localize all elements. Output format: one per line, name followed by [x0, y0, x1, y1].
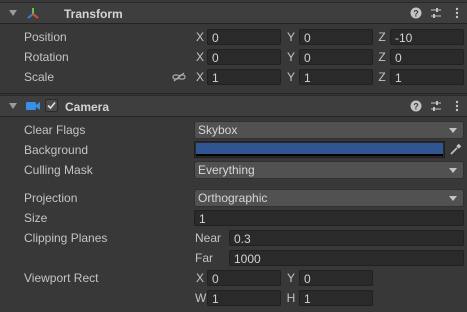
- clear-flags-dropdown[interactable]: Skybox: [194, 121, 464, 139]
- axis-y-label[interactable]: Y: [286, 28, 296, 46]
- viewport-y-field[interactable]: 0: [299, 270, 373, 286]
- camera-title: Camera: [65, 100, 110, 114]
- position-y-field[interactable]: 0: [299, 29, 373, 45]
- axis-x-label[interactable]: X: [195, 28, 205, 46]
- viewport-w-field[interactable]: 1: [207, 290, 281, 306]
- presets-icon[interactable]: [430, 7, 442, 19]
- chevron-down-icon: [449, 128, 457, 133]
- axis-x-label[interactable]: X: [195, 68, 205, 86]
- axis-h-label[interactable]: H: [286, 289, 296, 307]
- position-label: Position: [24, 30, 67, 44]
- eyedropper-icon[interactable]: [449, 143, 462, 156]
- svg-text:?: ?: [413, 9, 419, 19]
- clear-flags-label: Clear Flags: [24, 123, 86, 137]
- scale-label: Scale: [24, 70, 55, 84]
- rotation-label: Rotation: [24, 50, 69, 64]
- transform-title: Transform: [64, 7, 123, 21]
- scale-y-field[interactable]: 1: [299, 69, 373, 85]
- background-label: Background: [24, 143, 89, 157]
- clipping-planes-label: Clipping Planes: [24, 231, 108, 245]
- viewport-h-field[interactable]: 1: [299, 290, 373, 306]
- far-field[interactable]: 1000: [229, 250, 464, 266]
- checkmark-icon: [47, 101, 56, 110]
- constrain-proportions-link-icon[interactable]: [172, 71, 186, 83]
- size-label: Size: [24, 211, 48, 225]
- axis-x-label[interactable]: X: [195, 269, 205, 287]
- culling-mask-label: Culling Mask: [24, 163, 93, 177]
- projection-dropdown[interactable]: Orthographic: [194, 189, 464, 207]
- scale-z-field[interactable]: 1: [390, 69, 464, 85]
- help-icon[interactable]: ?: [410, 100, 422, 112]
- transform-header[interactable]: Transform ?: [0, 2, 467, 24]
- projection-label: Projection: [24, 191, 78, 205]
- enabled-checkbox[interactable]: [45, 99, 58, 112]
- axis-w-label[interactable]: W: [195, 289, 206, 307]
- component-divider: [0, 93, 467, 94]
- axis-y-label[interactable]: Y: [286, 48, 296, 66]
- culling-mask-dropdown[interactable]: Everything: [194, 161, 464, 179]
- axis-z-label[interactable]: Z: [377, 68, 387, 86]
- axis-y-label[interactable]: Y: [286, 269, 296, 287]
- axis-z-label[interactable]: Z: [377, 48, 387, 66]
- viewport-x-field[interactable]: 0: [207, 270, 281, 286]
- help-icon[interactable]: ?: [410, 7, 422, 19]
- rotation-x-field[interactable]: 0: [207, 49, 281, 65]
- far-label[interactable]: Far: [195, 249, 213, 267]
- clear-flags-value: Skybox: [198, 123, 238, 137]
- size-field[interactable]: 1: [194, 210, 464, 226]
- projection-value: Orthographic: [198, 191, 268, 205]
- presets-icon[interactable]: [430, 100, 442, 112]
- culling-mask-value: Everything: [198, 163, 255, 177]
- transform-icon: [27, 8, 39, 19]
- position-x-field[interactable]: 0: [207, 29, 281, 45]
- axis-y-label[interactable]: Y: [286, 68, 296, 86]
- near-field[interactable]: 0.3: [229, 230, 464, 246]
- background-color-field[interactable]: [194, 141, 445, 158]
- axis-z-label[interactable]: Z: [377, 28, 387, 46]
- more-options-icon[interactable]: [451, 100, 463, 112]
- scale-x-field[interactable]: 1: [207, 69, 281, 85]
- more-options-icon[interactable]: [451, 7, 463, 19]
- background-color-swatch: [196, 143, 443, 154]
- position-z-field[interactable]: -10: [390, 29, 464, 45]
- camera-icon: [26, 102, 40, 110]
- camera-header[interactable]: Camera ?: [0, 95, 467, 117]
- rotation-z-field[interactable]: 0: [390, 49, 464, 65]
- alpha-bar: [196, 154, 443, 156]
- axis-x-label[interactable]: X: [195, 48, 205, 66]
- svg-text:?: ?: [413, 102, 419, 112]
- near-label[interactable]: Near: [195, 229, 221, 247]
- rotation-y-field[interactable]: 0: [299, 49, 373, 65]
- chevron-down-icon: [449, 168, 457, 173]
- viewport-rect-label: Viewport Rect: [24, 271, 99, 285]
- chevron-down-icon: [449, 196, 457, 201]
- collapse-arrow-icon[interactable]: [9, 103, 17, 109]
- collapse-arrow-icon[interactable]: [9, 10, 17, 16]
